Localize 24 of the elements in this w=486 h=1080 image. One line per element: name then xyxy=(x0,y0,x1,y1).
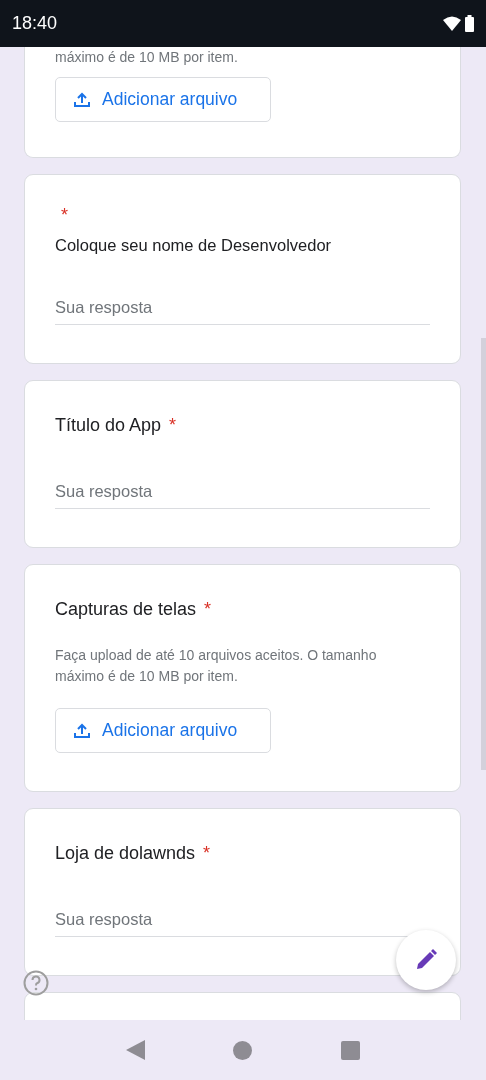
question-title: Título do App xyxy=(55,415,162,435)
question-description: Coloque seu nome de Desenvolvedor xyxy=(55,235,333,256)
question-title: Capturas de telas xyxy=(55,599,197,619)
answer-field[interactable]: Sua resposta xyxy=(55,291,430,325)
answer-field[interactable]: Sua resposta xyxy=(55,475,430,509)
upload-hint: máximo é de 10 MB por item. xyxy=(55,48,239,67)
upload-icon xyxy=(74,91,90,108)
back-icon[interactable] xyxy=(126,1040,146,1060)
upload-hint: Faça upload de até 10 arquivos aceitos. O tamanho máximo é de 10 MB por item. xyxy=(55,646,378,686)
required-asterisk: * xyxy=(203,843,211,863)
wifi-icon xyxy=(443,16,461,31)
battery-icon xyxy=(465,15,474,32)
required-asterisk: * xyxy=(169,415,177,435)
pencil-icon xyxy=(414,948,438,972)
status-time: 18:40 xyxy=(12,13,58,34)
question-title: Loja de dolawnds xyxy=(55,843,196,863)
home-icon[interactable] xyxy=(233,1040,253,1060)
required-asterisk: * xyxy=(61,204,68,227)
add-file-button[interactable]: Adicionar arquivo xyxy=(55,708,271,753)
recents-icon[interactable] xyxy=(340,1040,360,1060)
upload-icon xyxy=(74,722,90,739)
add-file-button[interactable]: Adicionar arquivo xyxy=(55,77,271,122)
help-icon[interactable] xyxy=(23,970,49,996)
required-asterisk: * xyxy=(204,599,212,619)
